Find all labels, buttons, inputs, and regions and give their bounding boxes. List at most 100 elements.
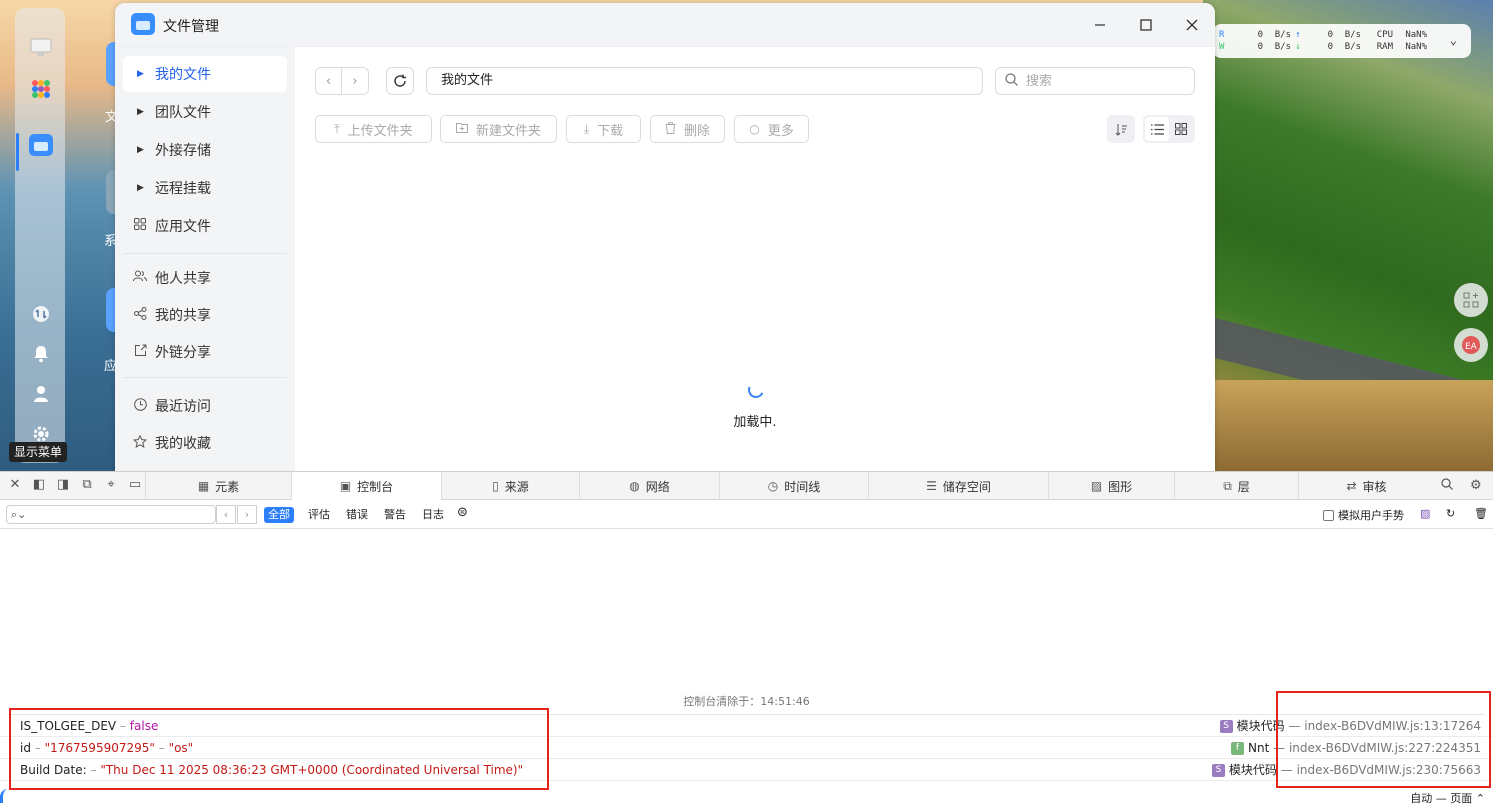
forward-button[interactable]: › <box>342 68 368 94</box>
upload-arrow-icon: ↑ <box>1295 30 1301 40</box>
device-icon[interactable]: ▭ <box>126 477 144 492</box>
app-center-icon[interactable] <box>29 77 53 101</box>
ram-label: RAM <box>1376 42 1393 52</box>
search-field[interactable] <box>995 67 1195 95</box>
filter-prev-button[interactable]: ‹ <box>216 505 236 524</box>
sidebar-item-recent[interactable]: 最近访问 <box>123 388 287 424</box>
tab-audit[interactable]: ⇄ 审核 <box>1298 472 1434 500</box>
console-filter-bar: ⌕⌄ ‹ › 全部 评估 错误 警告 日志 ⊜ 模拟用户手势 ▨ ↻ 🗑 <box>0 501 1493 529</box>
dock-left-icon[interactable]: ◧ <box>30 477 48 492</box>
back-button[interactable]: ‹ <box>316 68 343 94</box>
users-icon <box>133 270 147 286</box>
search-icon[interactable] <box>1441 478 1453 494</box>
write-up-unit: B/s <box>1344 42 1361 52</box>
refresh-icon <box>394 74 406 87</box>
sidebar-item-my-files[interactable]: ▶ 我的文件 <box>123 56 287 92</box>
dock-right-icon[interactable]: ◨ <box>54 477 72 492</box>
share-icon <box>133 306 147 324</box>
close-icon[interactable]: ✕ <box>6 477 24 492</box>
user-icon[interactable] <box>29 382 53 406</box>
sidebar-item-shared-with-me[interactable]: 他人共享 <box>123 260 287 296</box>
sidebar-item-app-files[interactable]: 应用文件 <box>123 208 287 244</box>
bell-icon[interactable] <box>29 342 53 366</box>
close-icon[interactable] <box>1180 13 1204 37</box>
emulate-gesture-toggle[interactable]: 模拟用户手势 <box>1323 507 1404 523</box>
settings-gear-icon[interactable]: ⚙ <box>1470 478 1482 493</box>
sidebar-item-team-files[interactable]: ▶ 团队文件 <box>123 94 287 130</box>
chevron-down-icon[interactable]: ⌄ <box>1450 33 1457 47</box>
upload-folder-button[interactable]: ⤒ 上传文件夹 <box>315 115 432 143</box>
dock <box>15 8 65 463</box>
delete-button[interactable]: 删除 <box>650 115 725 143</box>
sidebar-item-label: 外链分享 <box>155 345 211 361</box>
tab-console[interactable]: ▣ 控制台 <box>291 472 441 500</box>
console-filter-input[interactable]: ⌕⌄ <box>6 505 216 524</box>
trash-icon[interactable]: 🗑 <box>1474 507 1488 520</box>
tab-network[interactable]: ◍ 网络 <box>579 472 719 500</box>
zoom-select[interactable]: 自动 — 页面 ⌃ <box>1410 790 1485 806</box>
tab-timeline[interactable]: ◷ 时间线 <box>719 472 868 500</box>
emulate-gesture-label: 模拟用户手势 <box>1338 509 1404 522</box>
preserve-log-icon[interactable]: ▨ <box>1420 507 1430 520</box>
transfer-icon[interactable] <box>29 302 53 326</box>
download-label: 下载 <box>597 123 624 139</box>
console-status-bar: 自动 — 页面 ⌃ <box>0 786 1493 807</box>
more-button[interactable]: ○ 更多 <box>734 115 809 143</box>
tab-graphics[interactable]: ▨ 图形 <box>1048 472 1174 500</box>
sidebar-item-remote-mount[interactable]: ▶ 远程挂载 <box>123 170 287 206</box>
reload-icon[interactable]: ↻ <box>1446 507 1455 520</box>
sidebar-item-label: 我的共享 <box>155 308 211 324</box>
monitor-icon[interactable] <box>29 36 53 60</box>
tab-sources[interactable]: ▯ 来源 <box>441 472 579 500</box>
dock-tooltip: 显示菜单 <box>9 442 67 462</box>
tab-label: 审核 <box>1362 479 1387 494</box>
cpu-value: NaN% <box>1405 30 1427 40</box>
grid-view-icon[interactable] <box>1169 117 1193 141</box>
tab-layers[interactable]: ⧉ 层 <box>1174 472 1298 500</box>
filter-warnings[interactable]: 警告 <box>380 507 410 523</box>
detach-icon[interactable]: ⧉ <box>78 477 96 492</box>
sidebar-item-my-shares[interactable]: 我的共享 <box>123 297 287 333</box>
sidebar-item-external-storage[interactable]: ▶ 外接存储 <box>123 132 287 168</box>
sidebar-item-label: 远程挂载 <box>155 181 211 197</box>
system-monitor-widget: R 0 B/s ↑ 0 B/s CPU NaN% W 0 B/s ↓ 0 B/s… <box>1213 24 1471 58</box>
tab-storage[interactable]: ☰ 储存空间 <box>868 472 1048 500</box>
sidebar-item-label: 最近访问 <box>155 399 211 415</box>
write-up-value: 0 <box>1327 42 1333 52</box>
download-button[interactable]: ⤓ 下载 <box>566 115 641 143</box>
grid-icon <box>133 218 147 234</box>
emulate-gesture-checkbox[interactable] <box>1323 509 1334 521</box>
tab-elements[interactable]: ▦ 元素 <box>145 472 291 500</box>
list-view-icon[interactable] <box>1145 117 1169 141</box>
gear-icon[interactable] <box>29 422 53 446</box>
maximize-icon[interactable] <box>1134 13 1158 37</box>
translate-icon[interactable]: EA <box>1454 328 1488 362</box>
window-titlebar[interactable]: 文件管理 <box>115 3 1215 47</box>
sidebar-item-favorites[interactable]: 我的收藏 <box>123 425 287 461</box>
file-manager-icon[interactable] <box>29 133 53 157</box>
minimize-icon[interactable] <box>1088 13 1112 37</box>
refresh-button[interactable] <box>386 67 414 95</box>
filter-errors[interactable]: 错误 <box>342 507 372 523</box>
filter-all[interactable]: 全部 <box>264 507 294 523</box>
tab-label: 来源 <box>504 479 529 494</box>
sidebar-item-external-links[interactable]: 外链分享 <box>123 334 287 370</box>
filter-next-button[interactable]: › <box>237 505 257 524</box>
widget-add-icon[interactable] <box>1454 283 1488 317</box>
filter-evaluations[interactable]: 评估 <box>304 507 334 523</box>
new-folder-button[interactable]: 新建文件夹 <box>440 115 557 143</box>
log-source-kind: 模块代码 <box>1228 763 1277 777</box>
sort-button[interactable] <box>1107 115 1135 143</box>
delete-label: 删除 <box>683 123 710 139</box>
filter-logs[interactable]: 日志 <box>418 507 448 523</box>
inspect-icon[interactable]: ⌖ <box>102 477 120 492</box>
script-badge-icon: S <box>1219 720 1233 733</box>
external-share-icon <box>133 344 147 361</box>
trash-icon <box>665 121 676 137</box>
write-down-unit: B/s <box>1274 42 1291 52</box>
caret-right-icon: ▶ <box>137 145 144 155</box>
filter-options-icon[interactable]: ⊜ <box>453 505 472 521</box>
search-input[interactable] <box>1026 73 1186 89</box>
path-bar[interactable]: 我的文件 <box>426 67 983 95</box>
loading-spinner <box>745 379 767 401</box>
